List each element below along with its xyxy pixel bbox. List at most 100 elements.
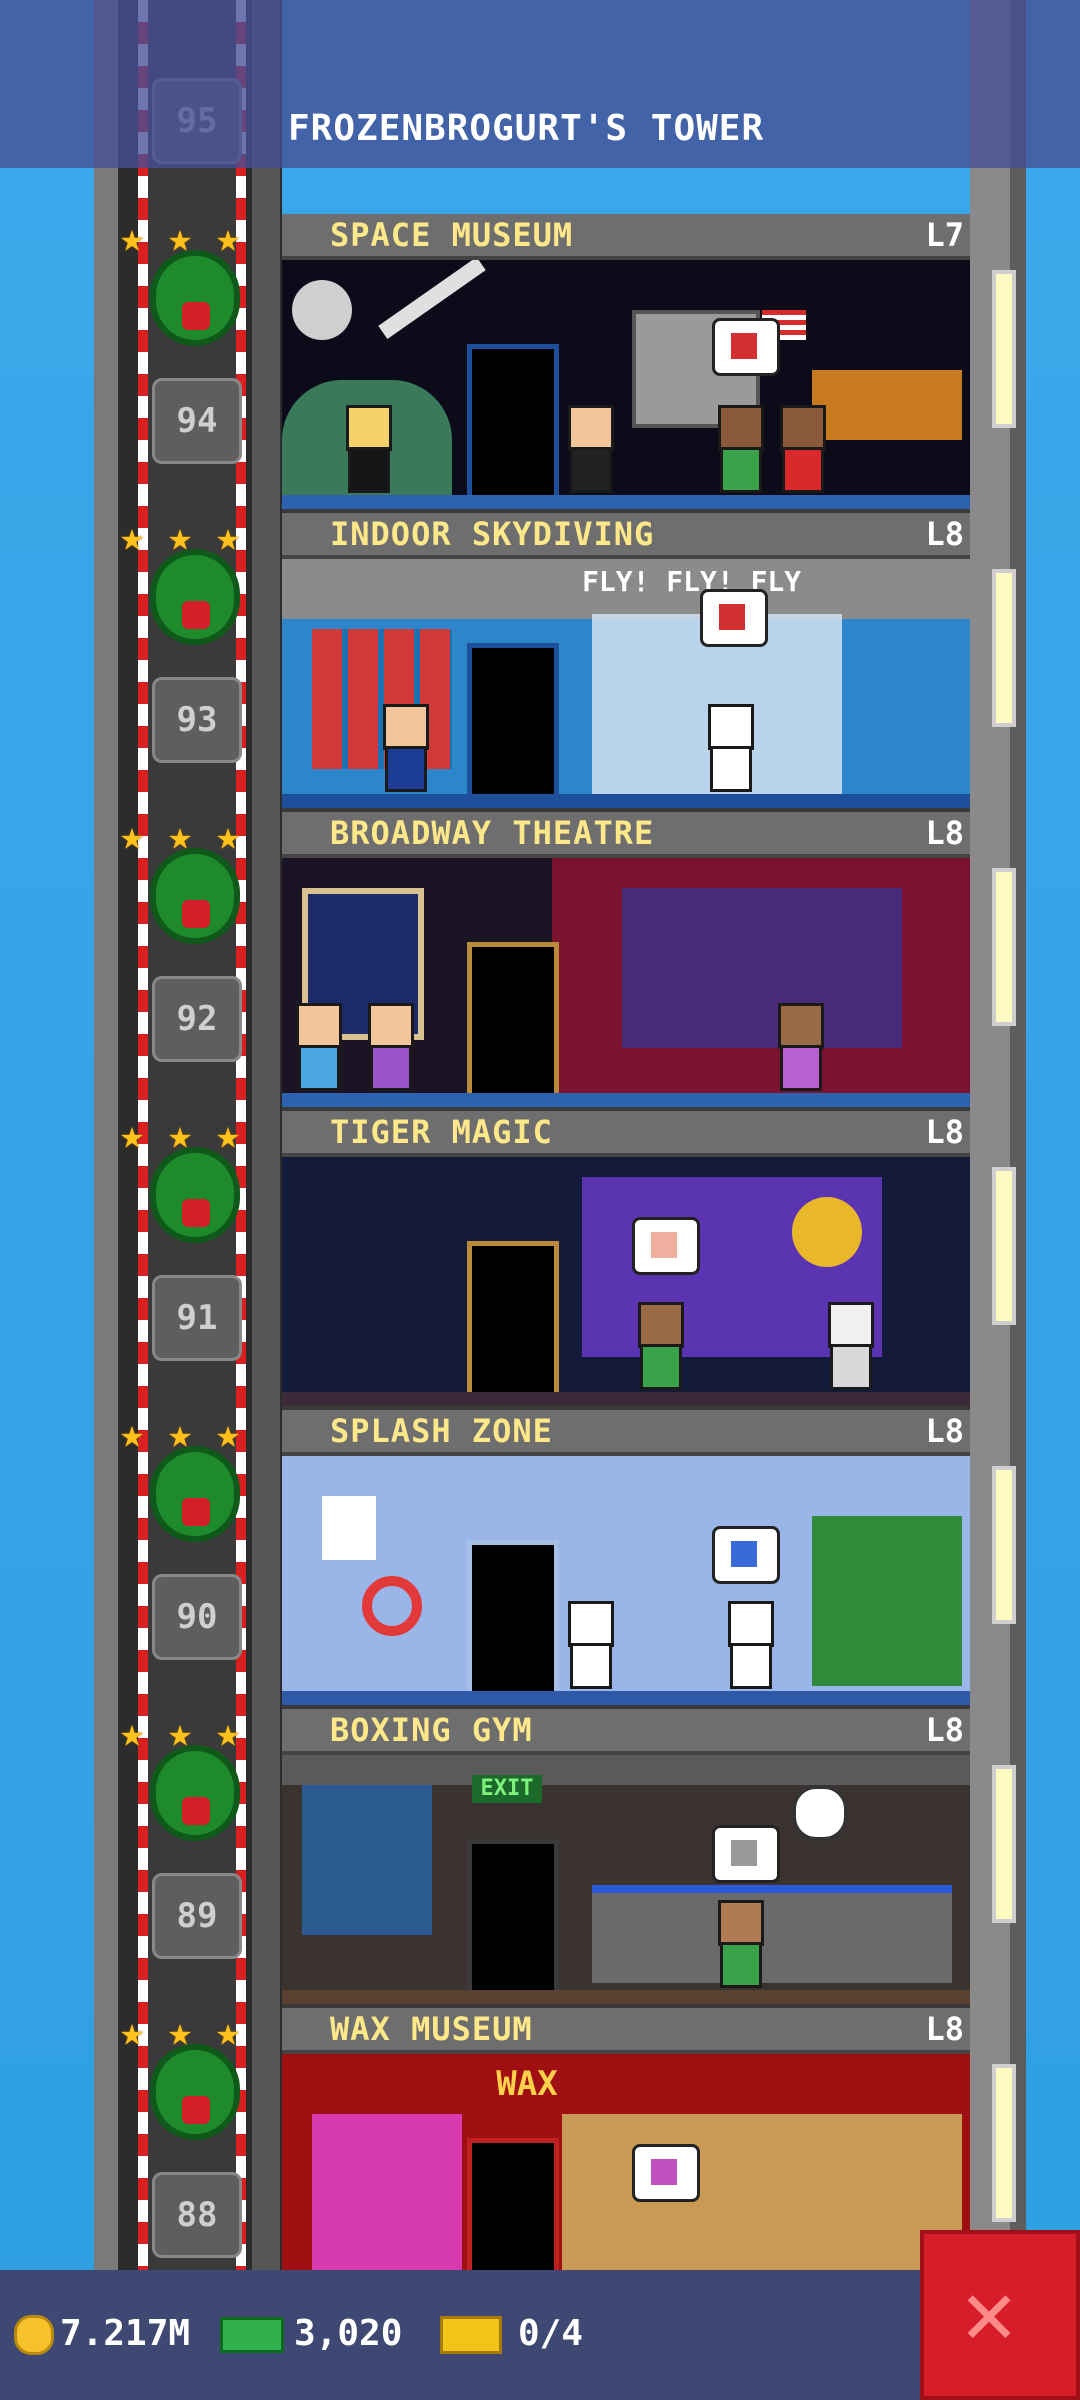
floor-level: L7 [925, 216, 964, 254]
room-floor [282, 495, 970, 509]
floor-level: L8 [925, 1113, 964, 1151]
cash-icon [220, 2317, 284, 2353]
elevator-floor-number[interactable]: 88 [152, 2172, 242, 2258]
fly-sign: FLY! FLY! FLY [582, 565, 802, 598]
bitizen[interactable] [377, 704, 429, 794]
elevator-floor-number[interactable]: 93 [152, 677, 242, 763]
speech-bubble[interactable] [632, 1217, 700, 1275]
floor-level: L8 [925, 1412, 964, 1450]
bux-stat: 3,020 [220, 2310, 402, 2358]
tiger-bitizen[interactable] [822, 1302, 874, 1392]
ghost-bitizen[interactable] [722, 1601, 774, 1691]
rover-prop [812, 370, 962, 440]
floor-name: BOXING GYM [330, 1711, 533, 1749]
floor-room[interactable] [282, 858, 970, 1107]
room-door[interactable] [467, 643, 559, 808]
bitizen[interactable] [772, 1003, 824, 1093]
bux-value: 3,020 [294, 2313, 403, 2354]
display-case [562, 2114, 962, 2294]
room-floor [282, 1990, 970, 2004]
star-icon: ★ [216, 1710, 241, 1756]
bitizen[interactable] [562, 405, 614, 495]
wreath-icon [150, 549, 240, 645]
room-door[interactable] [467, 1839, 559, 2004]
elevator-floor-number[interactable]: 92 [152, 976, 242, 1062]
floor-room[interactable] [282, 260, 970, 509]
elevator-floor-number[interactable]: 94 [152, 378, 242, 464]
floor-room[interactable]: FLY! FLY! FLY [282, 559, 970, 808]
speech-bubble[interactable] [632, 2144, 700, 2202]
bitizen[interactable] [340, 405, 392, 495]
speech-bubble[interactable] [712, 1825, 780, 1883]
bitizen[interactable] [632, 1302, 684, 1392]
boxing-ring-prop [592, 1885, 952, 1983]
floor-space-museum[interactable]: SPACE MUSEUM L7 [0, 214, 1080, 513]
tickets-stat: 0/4 [440, 2310, 583, 2358]
floor-room[interactable] [282, 1157, 970, 1406]
wreath-icon [150, 848, 240, 944]
palm-tree-prop [812, 1516, 962, 1686]
bitizen[interactable] [290, 1003, 342, 1093]
floor-name: SPACE MUSEUM [330, 216, 574, 254]
room-door[interactable] [467, 1241, 559, 1406]
floor-splash-zone[interactable]: SPLASH ZONE L8 [0, 1410, 1080, 1709]
floor-header: BROADWAY THEATRE L8 [282, 812, 970, 858]
display-case [312, 2114, 462, 2294]
floor-boxing-gym[interactable]: BOXING GYM L8 EXIT [0, 1709, 1080, 2008]
floor-level: L8 [925, 515, 964, 553]
star-icon: ★ [216, 2009, 241, 2055]
floor-name: WAX MUSEUM [330, 2010, 533, 2048]
close-button[interactable]: ✕ [920, 2230, 1080, 2400]
room-door[interactable] [467, 344, 559, 509]
elevator-floor-number[interactable]: 89 [152, 1873, 242, 1959]
bitizen[interactable] [712, 1900, 764, 1990]
floor-header: TIGER MAGIC L8 [282, 1111, 970, 1157]
star-icon: ★ [120, 813, 145, 859]
boxing-poster-prop [302, 1785, 432, 1935]
snowman-bitizen[interactable] [702, 704, 754, 794]
bitizen[interactable] [712, 405, 764, 495]
floor-room[interactable] [282, 1456, 970, 1705]
floor-tiger-magic[interactable]: TIGER MAGIC L8 [0, 1111, 1080, 1410]
speech-bubble[interactable] [712, 1526, 780, 1584]
bitizen[interactable] [362, 1003, 414, 1093]
moon-prop [292, 280, 352, 340]
floor-level: L8 [925, 1711, 964, 1749]
bitizen[interactable] [774, 405, 826, 495]
floor-room[interactable]: WAX [282, 2054, 970, 2303]
floor-header: BOXING GYM L8 [282, 1709, 970, 1755]
floor-level: L8 [925, 814, 964, 852]
coins-stat: 7.217M [14, 2310, 190, 2358]
wall-light [992, 569, 1016, 727]
floor-room[interactable]: EXIT [282, 1755, 970, 2004]
floor-level: L8 [925, 2010, 964, 2048]
star-icon: ★ [120, 1710, 145, 1756]
room-door[interactable] [467, 1540, 559, 1705]
room-floor [282, 794, 970, 808]
speech-bubble[interactable] [700, 589, 768, 647]
wall-light [992, 1765, 1016, 1923]
ghost-bitizen[interactable] [562, 1601, 614, 1691]
floor-wax-museum[interactable]: WAX MUSEUM L8 WAX [0, 2008, 1080, 2307]
floor-name: INDOOR SKYDIVING [330, 515, 655, 553]
wax-sign: WAX [496, 2064, 558, 2104]
floor-name: SPLASH ZONE [330, 1412, 553, 1450]
floor-indoor-skydiving[interactable]: INDOOR SKYDIVING L8 FLY! FLY! FLY [0, 513, 1080, 812]
elevator-floor-number[interactable]: 90 [152, 1574, 242, 1660]
tickets-value: 0/4 [518, 2313, 584, 2354]
wall-light [992, 1167, 1016, 1325]
floor-broadway-theatre[interactable]: BROADWAY THEATRE L8 [0, 812, 1080, 1111]
speech-bubble[interactable] [712, 318, 780, 376]
exit-sign: EXIT [472, 1775, 542, 1803]
floor-header: INDOOR SKYDIVING L8 [282, 513, 970, 559]
star-icon: ★ [120, 514, 145, 560]
notice-prop [322, 1496, 376, 1560]
star-icon: ★ [120, 1112, 145, 1158]
elevator-floor-number[interactable]: 91 [152, 1275, 242, 1361]
rocket-prop [378, 260, 486, 339]
room-door[interactable] [467, 942, 559, 1107]
ticket-icon [440, 2316, 502, 2354]
coins-value: 7.217M [60, 2313, 191, 2354]
wreath-icon [150, 1147, 240, 1243]
wreath-icon [150, 1446, 240, 1542]
